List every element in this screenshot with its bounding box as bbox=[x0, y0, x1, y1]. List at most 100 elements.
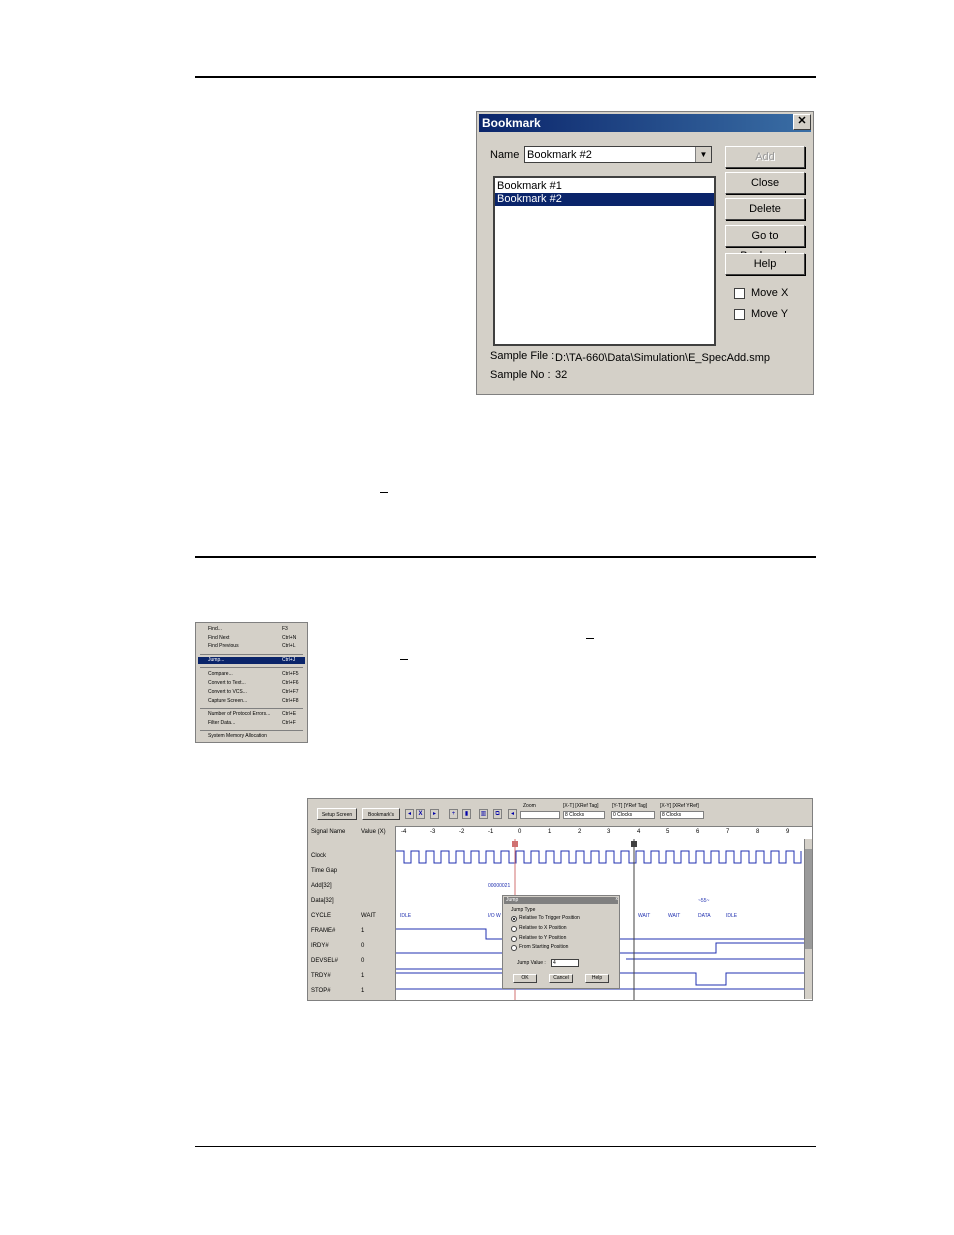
jump-type-label: Jump Type bbox=[511, 907, 536, 913]
arrow-left-icon[interactable]: ◂ bbox=[405, 809, 414, 819]
menu-shortcut: Ctrl+E bbox=[282, 711, 297, 717]
bookmark-list[interactable]: Bookmark #1 Bookmark #2 bbox=[493, 176, 716, 346]
x-marker-icon[interactable]: X bbox=[416, 809, 425, 819]
tick-label: 6 bbox=[696, 829, 700, 835]
menu-item-jump[interactable]: Jump... Ctrl+J bbox=[198, 657, 305, 664]
menu-label: System Memory Allocation bbox=[208, 733, 267, 739]
menu-item-find-previous[interactable]: Find Previous Ctrl+L bbox=[198, 643, 305, 650]
ok-button[interactable]: OK bbox=[513, 974, 537, 983]
menu-shortcut: Ctrl+J bbox=[282, 657, 296, 663]
signal-name[interactable]: CYCLE bbox=[311, 913, 331, 919]
menu-item-convert-vcs[interactable]: Convert to VCS... Ctrl+F7 bbox=[198, 689, 305, 696]
scroll-thumb[interactable] bbox=[805, 849, 812, 949]
menu-item-filter-data[interactable]: Filter Data... Ctrl+F bbox=[198, 720, 305, 727]
jump-value-input[interactable]: 4 bbox=[551, 959, 579, 967]
close-button[interactable]: Close bbox=[725, 172, 805, 194]
cycle-annotation: IDLE bbox=[726, 913, 738, 919]
menu-item-memory-allocation[interactable]: System Memory Allocation bbox=[198, 733, 305, 740]
zoom-fit-icon[interactable]: ▮ bbox=[462, 809, 471, 819]
tick-label: 9 bbox=[786, 829, 790, 835]
signal-name[interactable]: FRAME# bbox=[311, 928, 335, 934]
menu-item-convert-text[interactable]: Convert to Text... Ctrl+F6 bbox=[198, 680, 305, 687]
menu-separator bbox=[200, 730, 303, 731]
menu-label: Jump... bbox=[208, 657, 225, 663]
signal-name[interactable]: Add[32] bbox=[311, 883, 332, 889]
bookmark-dialog: Bookmark ✕ Name Bookmark #2 ▼ Bookmark #… bbox=[476, 111, 814, 395]
chevron-down-icon[interactable]: ▼ bbox=[695, 147, 711, 162]
signal-name[interactable]: Clock bbox=[311, 853, 326, 859]
tick-label: -2 bbox=[459, 829, 465, 835]
add-button[interactable]: Add bbox=[725, 146, 805, 168]
arrow-right-icon[interactable]: ▸ bbox=[430, 809, 439, 819]
menu-shortcut: Ctrl+F7 bbox=[282, 689, 299, 695]
close-icon[interactable]: ✕ bbox=[793, 114, 811, 130]
list-item[interactable]: Bookmark #1 bbox=[495, 180, 714, 193]
cycle-annotation: WAIT bbox=[668, 913, 681, 919]
menu-shortcut: F3 bbox=[282, 626, 288, 632]
xt-ref-header: [X-T] [XRef Tag] bbox=[563, 803, 599, 809]
name-combobox[interactable]: Bookmark #2 ▼ bbox=[524, 146, 712, 163]
add-icon[interactable]: + bbox=[449, 809, 458, 819]
underline-mark bbox=[400, 659, 408, 660]
setup-screen-button[interactable]: Setup Screen bbox=[317, 808, 357, 820]
dialog-title: Bookmark bbox=[479, 114, 811, 132]
signal-name-header: Signal Name bbox=[311, 829, 346, 835]
menu-shortcut: Ctrl+F8 bbox=[282, 698, 299, 704]
menu-shortcut: Ctrl+L bbox=[282, 643, 296, 649]
signal-name[interactable]: IRDY# bbox=[311, 943, 329, 949]
tick-label: 0 bbox=[518, 829, 522, 835]
menu-item-find-next[interactable]: Find Next Ctrl+N bbox=[198, 635, 305, 642]
menu-item-find[interactable]: Find... F3 bbox=[198, 626, 305, 633]
vertical-scrollbar[interactable] bbox=[804, 839, 812, 999]
section-rule bbox=[195, 556, 816, 558]
menu-item-protocol-errors[interactable]: Number of Protocol Errors... Ctrl+E bbox=[198, 711, 305, 718]
signal-name[interactable]: Time Gap bbox=[311, 868, 337, 874]
list-item-selected[interactable]: Bookmark #2 bbox=[495, 193, 714, 206]
signal-name[interactable]: Data[32] bbox=[311, 898, 334, 904]
cancel-button[interactable]: Cancel bbox=[549, 974, 573, 983]
radio-relative-trigger[interactable] bbox=[511, 916, 517, 922]
name-value: Bookmark #2 bbox=[527, 149, 592, 161]
signal-name[interactable]: DEVSEL# bbox=[311, 958, 338, 964]
move-y-checkbox[interactable] bbox=[734, 309, 745, 320]
addr-annotation: 00000021 bbox=[488, 883, 511, 889]
x-marker bbox=[631, 841, 637, 847]
goto-bookmark-button[interactable]: Go to Bookmark bbox=[725, 225, 805, 262]
grid-icon[interactable]: ▥ bbox=[479, 809, 488, 819]
sample-no-label: Sample No : bbox=[490, 369, 551, 381]
trigger-marker bbox=[512, 841, 518, 847]
menu-shortcut: Ctrl+F5 bbox=[282, 671, 299, 677]
zoom-slider[interactable] bbox=[520, 811, 560, 819]
signal-name[interactable]: STOP# bbox=[311, 988, 331, 994]
xy-ref-header: [X-Y] [XRef YRef] bbox=[660, 803, 699, 809]
signal-value: 0 bbox=[361, 943, 365, 949]
radio-label: From Starting Position bbox=[519, 944, 569, 950]
cycle-annotation: IDLE bbox=[400, 913, 412, 919]
menu-item-capture-screen[interactable]: Capture Screen... Ctrl+F8 bbox=[198, 698, 305, 705]
menu-separator bbox=[200, 667, 303, 668]
delete-button[interactable]: Delete bbox=[725, 198, 805, 220]
radio-label: Relative to Y Position bbox=[519, 935, 567, 941]
menu-label: Number of Protocol Errors... bbox=[208, 711, 271, 717]
cycle-annotation: WAIT bbox=[638, 913, 651, 919]
copy-icon[interactable]: ⧉ bbox=[493, 809, 502, 819]
signal-value: 1 bbox=[361, 973, 365, 979]
signal-name[interactable]: TRDY# bbox=[311, 973, 331, 979]
jump-dialog: Jump x Jump Type Relative To Trigger Pos… bbox=[502, 895, 620, 989]
radio-relative-x[interactable] bbox=[511, 926, 517, 932]
scroll-left-icon[interactable]: ◂ bbox=[508, 809, 517, 819]
bookmarks-button[interactable]: Bookmark's bbox=[362, 808, 400, 820]
close-icon[interactable]: x bbox=[616, 896, 619, 902]
sample-file-value: D:\TA-660\Data\Simulation\E_SpecAdd.smp bbox=[555, 352, 771, 364]
move-x-checkbox[interactable] bbox=[734, 288, 745, 299]
tick-label: 5 bbox=[666, 829, 670, 835]
help-button[interactable]: Help bbox=[585, 974, 609, 983]
xt-ref-value: 8 Clocks bbox=[563, 811, 605, 819]
waveform-toolbar: Setup Screen Bookmark's ◂ X ▸ + ▮ ▥ ⧉ ◂ … bbox=[308, 799, 812, 827]
radio-relative-y[interactable] bbox=[511, 936, 517, 942]
menu-label: Convert to Text... bbox=[208, 680, 246, 686]
menu-item-compare[interactable]: Compare... Ctrl+F5 bbox=[198, 671, 305, 678]
help-button[interactable]: Help bbox=[725, 253, 805, 275]
radio-from-start[interactable] bbox=[511, 945, 517, 951]
menu-label: Convert to VCS... bbox=[208, 689, 247, 695]
